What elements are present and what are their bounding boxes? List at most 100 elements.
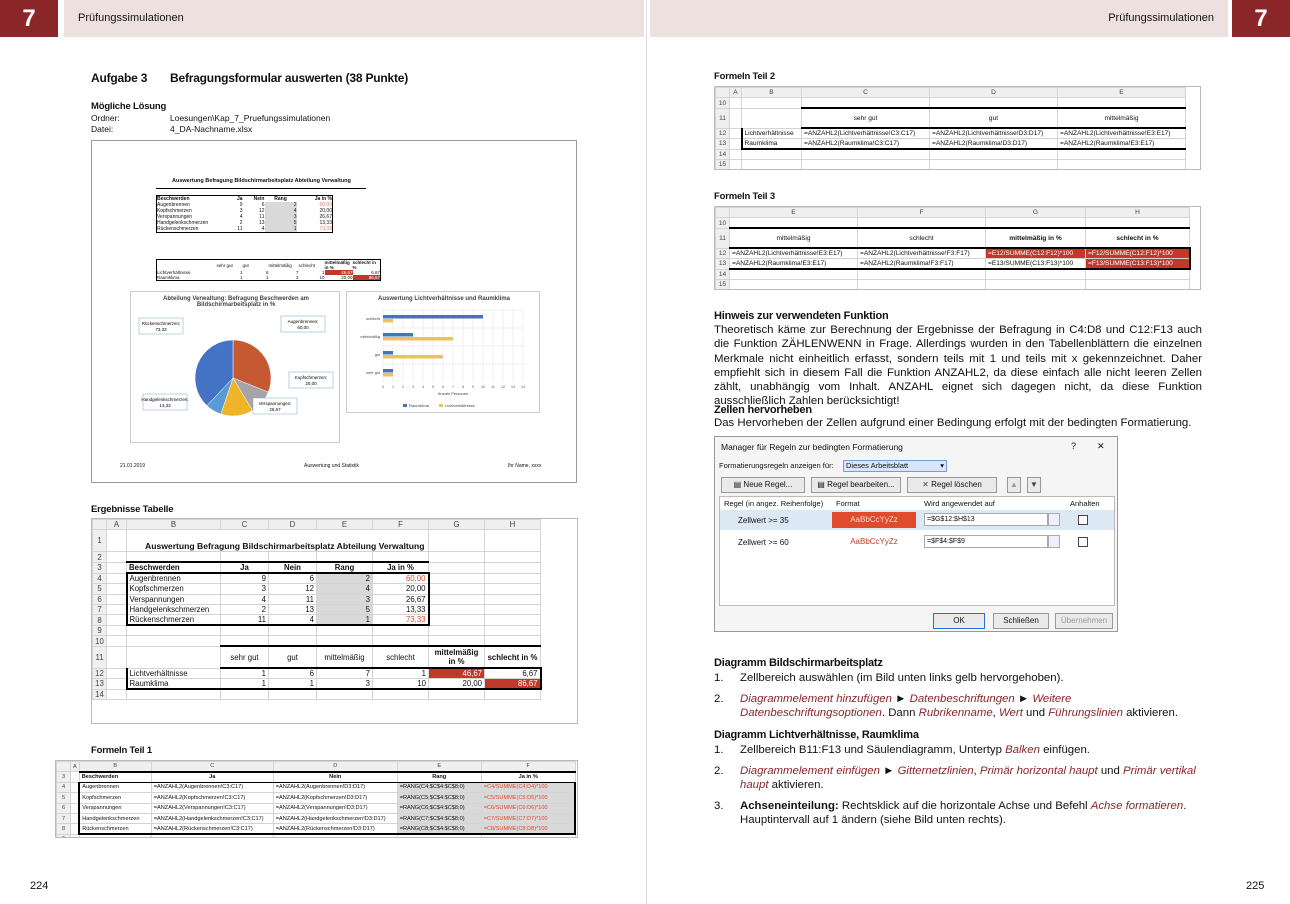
cell: 7: [316, 667, 373, 680]
edit-rule-button[interactable]: ▤ Regel bearbeiten...: [811, 477, 901, 493]
range-picker-icon[interactable]: [1048, 513, 1060, 526]
row-number: 13: [715, 138, 730, 150]
new-rule-button[interactable]: ▤ Neue Regel...: [721, 477, 805, 493]
cell: 46,67: [428, 667, 485, 680]
bar-licht: [383, 337, 453, 341]
col-header: E: [1057, 87, 1186, 99]
row-number: 9: [92, 624, 107, 637]
cell: =RANG(C5;$C$4:$C$8;0): [396, 792, 482, 804]
row-number: 10: [715, 97, 730, 109]
row-number: 2: [92, 551, 107, 563]
formulas2-sheet: A B C D E 10 11 sehr gut gut mittelmäßig 12 Lichtve…: [714, 86, 1201, 170]
table-row: 6 Verspannungen =ANZAHL2(Verspannungen!C3:…: [56, 802, 577, 814]
x-tick-label: 6: [442, 385, 444, 389]
cell: 6: [268, 667, 317, 680]
bar-licht: [383, 373, 393, 377]
footer-right: Ihr Name, xxxx: [508, 463, 542, 469]
col-header: F: [857, 207, 986, 219]
stop-checkbox-2[interactable]: [1078, 537, 1088, 547]
bar-raumklima: [383, 315, 483, 319]
table-row: 9: [92, 624, 541, 637]
col-header: D: [929, 87, 1058, 99]
cell: 6,67: [484, 667, 542, 680]
cell: 3: [220, 583, 269, 595]
col-header: B: [126, 519, 221, 531]
close-icon[interactable]: ✕: [1097, 441, 1105, 452]
col-header: B: [741, 87, 802, 99]
col-header: G: [428, 519, 485, 531]
legend-licht: Lichtverhältnisse: [445, 403, 476, 408]
table-row: 11 sehr gut gut mittelmäßig schlecht mittelmä…: [92, 645, 541, 670]
table-row: 5 Kopfschmerzen =ANZAHL2(Kopfschmerzen!C3:…: [56, 792, 577, 804]
header-cell: mittelmäßig in %: [985, 227, 1086, 250]
rule-row-2[interactable]: Zellwert >= 60 AaBbCcYyZz =$F$4:$F$9: [720, 532, 1114, 552]
chart1-step2-num: 2.: [714, 693, 724, 705]
x-tick-label: 11: [491, 385, 495, 389]
pie-label: Rückenschmerzen;73,33: [138, 317, 184, 335]
formulas3-heading: Formeln Teil 3: [714, 191, 775, 202]
pie-label-name: Augenbrennen;: [288, 319, 319, 324]
cell: =ANZAHL2(Lichtverhältnisse!F3:F17): [857, 247, 986, 260]
preview-table: Beschwerden Ja Nein Rang Ja in % Augenbrenne…: [156, 195, 333, 233]
row-number: 10: [92, 635, 107, 647]
cell: =ANZAHL2(Raumklima!E3:E17): [729, 258, 858, 271]
row-number: 11: [92, 645, 107, 669]
table-row: 12 Lichtverhältnisse =ANZAHL2(Lichtverhält…: [715, 127, 1186, 140]
rule-row-1[interactable]: Zellwert >= 35 AaBbCcYyZz =$G$12:$H$13: [720, 510, 1114, 530]
rule-2-range[interactable]: =$F$4:$F$9: [924, 535, 1048, 548]
range-picker-icon[interactable]: [1048, 535, 1060, 548]
new-rule-icon: ▤: [733, 480, 744, 489]
header-cell: Ja: [220, 561, 269, 575]
cell: Rückenschmerzen: [157, 226, 199, 232]
row-number: 13: [715, 258, 730, 270]
rule-1-range[interactable]: =$G$12:$H$13: [924, 513, 1048, 526]
move-down-button[interactable]: ▼: [1027, 477, 1041, 493]
chapter-badge-right: 7: [1232, 0, 1290, 37]
help-button[interactable]: ?: [1071, 441, 1076, 451]
cell: 13,33: [372, 604, 430, 616]
header-cell: Nein: [272, 770, 398, 783]
header-cell: mittelmäßig: [1057, 107, 1186, 130]
formulas3-sheet: E F G H 10 11 mittelmäßig schlecht mittelmäßig i…: [714, 206, 1201, 290]
x-tick-label: 3: [412, 385, 414, 389]
move-up-button[interactable]: ▲: [1007, 477, 1021, 493]
col-rule: Regel (in angez. Reihenfolge): [724, 499, 824, 508]
scope-select[interactable]: Dieses Arbeitsblatt ▾: [843, 460, 947, 472]
cell: 11: [237, 226, 243, 232]
row-number: 5: [56, 792, 71, 804]
y-tick-label: gut: [375, 353, 381, 357]
col-header: D: [268, 519, 317, 531]
table-row: 14: [92, 688, 541, 701]
stop-checkbox-1[interactable]: [1078, 515, 1088, 525]
table-row: ABCDEF: [56, 761, 576, 773]
pie-label: Kopfschmerzen;20,00: [288, 371, 334, 389]
header-cell: mittelmäßig in %: [428, 645, 485, 670]
table-row: 10: [715, 217, 1190, 229]
show-rules-label: Formatierungsregeln anzeigen für:: [719, 461, 834, 470]
row-number: 12: [92, 667, 107, 680]
ok-button[interactable]: OK: [933, 613, 985, 629]
cell: =ANZAHL2(Lichtverhältnisse!C3:C17): [801, 127, 930, 140]
table-row: 13 Raumklima 1 1 3 10 20,00 86,67: [92, 678, 542, 691]
apply-button[interactable]: Übernehmen: [1055, 613, 1113, 629]
col-applies: Wird angewendet auf: [924, 499, 995, 508]
table-row: 3 Beschwerden Ja Nein Rang Ja in %: [56, 770, 576, 783]
delete-rule-button[interactable]: ✕ Regel löschen: [907, 477, 997, 493]
cell: =ANZAHL2(Raumklima!D3:D17): [929, 138, 1058, 151]
row-number: 6: [56, 802, 71, 814]
cell: Kopfschmerzen: [78, 792, 152, 804]
col-header: D: [272, 761, 398, 773]
close-button[interactable]: Schließen: [993, 613, 1049, 629]
highlight-text: Das Hervorheben der Zellen aufgrund eine…: [714, 417, 1192, 429]
cell: Rückenschmerzen: [78, 823, 152, 836]
table-row: 13 =ANZAHL2(Raumklima!E3:E17) =ANZAHL2(Rau…: [715, 258, 1191, 271]
header-cell: schlecht: [372, 645, 429, 670]
table-row: 15: [715, 158, 1186, 169]
cell: =RANG(C4;$C$4:$C$8;0): [396, 781, 482, 794]
x-axis-label: Anzahl Personen: [438, 391, 468, 396]
table-row: 10: [92, 635, 541, 647]
x-tick-label: 5: [432, 385, 434, 389]
table-row: 3 Beschwerden Ja Nein Rang Ja in %: [92, 561, 541, 575]
table-row: 7 Handgelenkschmerzen 2 13 5 13,33: [92, 604, 541, 616]
table-row: 8 Rückenschmerzen 11 4 1 73,33: [92, 614, 541, 627]
